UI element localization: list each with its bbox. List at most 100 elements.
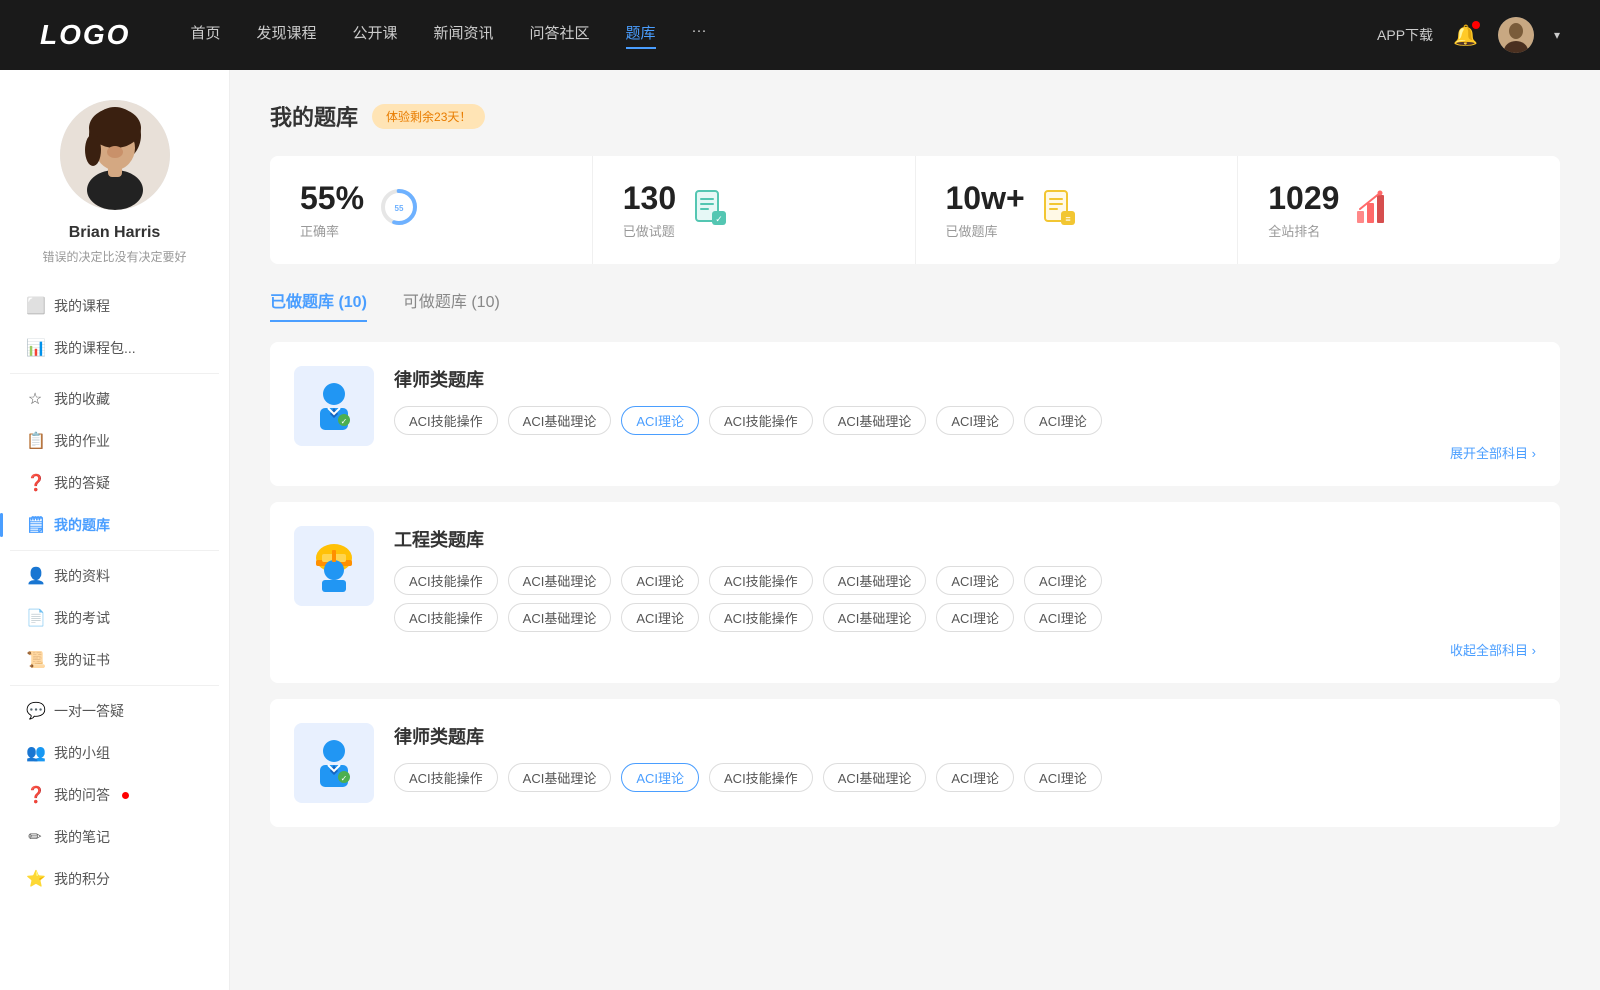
nav-news[interactable]: 新闻资讯 — [434, 22, 494, 49]
tag-l2-6[interactable]: ACI理论 — [1024, 763, 1102, 792]
tabs-bar: 已做题库 (10) 可做题库 (10) — [270, 288, 1560, 322]
tag-l1-1[interactable]: ACI基础理论 — [508, 406, 612, 435]
accuracy-chart-icon: 55 — [380, 188, 418, 233]
sidebar-label-homework: 我的作业 — [54, 431, 110, 451]
tag-e-ex-2[interactable]: ACI理论 — [621, 603, 699, 632]
tag-e-2[interactable]: ACI理论 — [621, 566, 699, 595]
svg-text:55: 55 — [395, 204, 404, 213]
sidebar-item-favorites[interactable]: ☆ 我的收藏 — [10, 378, 219, 420]
myqa-dot — [122, 792, 129, 799]
tag-l2-2[interactable]: ACI理论 — [621, 763, 699, 792]
doc-teal-icon: ✓ — [692, 189, 728, 232]
tag-e-ex-3[interactable]: ACI技能操作 — [709, 603, 813, 632]
tag-l1-3[interactable]: ACI技能操作 — [709, 406, 813, 435]
nav-home[interactable]: 首页 — [190, 22, 220, 49]
sidebar-label-group: 我的小组 — [54, 743, 110, 763]
expand-link-lawyer-1[interactable]: 展开全部科目 › — [394, 443, 1536, 462]
tag-l2-4[interactable]: ACI基础理论 — [823, 763, 927, 792]
nav-qa[interactable]: 问答社区 — [530, 22, 590, 49]
sidebar-item-course[interactable]: ⬜ 我的课程 — [10, 285, 219, 327]
stat-accuracy: 55% 正确率 55 — [270, 156, 593, 264]
tag-l1-6[interactable]: ACI理论 — [1024, 406, 1102, 435]
tab-done[interactable]: 已做题库 (10) — [270, 288, 367, 322]
tags-row-lawyer-1: ACI技能操作 ACI基础理论 ACI理论 ACI技能操作 ACI基础理论 AC… — [394, 406, 1536, 435]
sidebar-label-cert: 我的证书 — [54, 650, 110, 670]
sidebar-item-coursepack[interactable]: 📊 我的课程包... — [10, 327, 219, 369]
qbank-card-engineer: 工程类题库 ACI技能操作 ACI基础理论 ACI理论 ACI技能操作 ACI基… — [270, 502, 1560, 683]
sidebar-item-qbank[interactable]: 🗒 我的题库 — [10, 504, 219, 546]
tags-row-lawyer-2: ACI技能操作 ACI基础理论 ACI理论 ACI技能操作 ACI基础理论 AC… — [394, 763, 1536, 792]
stat-done-bank-label: 已做题库 — [946, 221, 1025, 240]
nav-more[interactable]: ··· — [692, 22, 707, 49]
tag-l1-4[interactable]: ACI基础理论 — [823, 406, 927, 435]
tag-l1-2[interactable]: ACI理论 — [621, 406, 699, 435]
tag-e-ex-5[interactable]: ACI理论 — [936, 603, 1014, 632]
stat-accuracy-value: 55% — [300, 180, 364, 217]
sidebar-item-notes[interactable]: ✏ 我的笔记 — [10, 816, 219, 858]
tag-l2-5[interactable]: ACI理论 — [936, 763, 1014, 792]
sidebar-label-course: 我的课程 — [54, 296, 110, 316]
homework-icon: 📋 — [26, 431, 44, 451]
tag-l1-5[interactable]: ACI理论 — [936, 406, 1014, 435]
tag-e-0[interactable]: ACI技能操作 — [394, 566, 498, 595]
sidebar-item-profile[interactable]: 👤 我的资料 — [10, 555, 219, 597]
sidebar-item-group[interactable]: 👥 我的小组 — [10, 732, 219, 774]
tags-row-engineer-1: ACI技能操作 ACI基础理论 ACI理论 ACI技能操作 ACI基础理论 AC… — [394, 566, 1536, 595]
notification-bell[interactable]: 🔔 — [1453, 23, 1478, 48]
svg-text:✓: ✓ — [341, 774, 348, 783]
user-avatar-nav[interactable] — [1498, 17, 1534, 53]
chart-red-icon — [1355, 189, 1391, 232]
stat-done-q: 130 已做试题 ✓ — [593, 156, 916, 264]
sidebar-item-qa[interactable]: ❓ 我的答疑 — [10, 462, 219, 504]
sidebar-item-homework[interactable]: 📋 我的作业 — [10, 420, 219, 462]
tag-e-5[interactable]: ACI理论 — [936, 566, 1014, 595]
tag-e-6[interactable]: ACI理论 — [1024, 566, 1102, 595]
collapse-link-engineer[interactable]: 收起全部科目 › — [394, 640, 1536, 659]
sidebar-item-oneone[interactable]: 💬 一对一答疑 — [10, 690, 219, 732]
main-content: 我的题库 体验剩余23天！ 55% 正确率 55 — [230, 70, 1600, 990]
nav-qbank[interactable]: 题库 — [626, 22, 656, 49]
page-container: Brian Harris 错误的决定比没有决定要好 ⬜ 我的课程 📊 我的课程包… — [0, 70, 1600, 990]
qbank-icon-engineer — [294, 526, 374, 606]
doc-yellow-icon: ≡ — [1041, 189, 1077, 232]
stat-rank-label: 全站排名 — [1268, 221, 1339, 240]
stat-done-q-value: 130 — [623, 180, 676, 217]
qa-icon: ❓ — [26, 473, 44, 493]
tag-e-ex-6[interactable]: ACI理论 — [1024, 603, 1102, 632]
qbank-card-lawyer-2: ✓ 律师类题库 ACI技能操作 ACI基础理论 ACI理论 ACI技能操作 AC… — [270, 699, 1560, 827]
tag-e-ex-0[interactable]: ACI技能操作 — [394, 603, 498, 632]
profile-icon: 👤 — [26, 566, 44, 586]
nav-discover[interactable]: 发现课程 — [256, 22, 316, 49]
sidebar-item-points[interactable]: ⭐ 我的积分 — [10, 858, 219, 900]
qbank-icon-lawyer-2: ✓ — [294, 723, 374, 803]
user-dropdown-chevron[interactable]: ▾ — [1554, 28, 1560, 42]
tag-l1-0[interactable]: ACI技能操作 — [394, 406, 498, 435]
trial-badge: 体验剩余23天！ — [372, 104, 485, 129]
tag-e-ex-4[interactable]: ACI基础理论 — [823, 603, 927, 632]
user-avatar — [60, 100, 170, 210]
sidebar-label-myqa: 我的问答 — [54, 785, 110, 805]
qbank-body-lawyer-2: 律师类题库 ACI技能操作 ACI基础理论 ACI理论 ACI技能操作 ACI基… — [394, 723, 1536, 803]
page-header: 我的题库 体验剩余23天！ — [270, 100, 1560, 132]
tab-todo[interactable]: 可做题库 (10) — [403, 288, 500, 322]
coursepack-icon: 📊 — [26, 338, 44, 358]
tag-l2-3[interactable]: ACI技能操作 — [709, 763, 813, 792]
tag-l2-0[interactable]: ACI技能操作 — [394, 763, 498, 792]
sidebar-label-points: 我的积分 — [54, 869, 110, 889]
sidebar-item-exam[interactable]: 📄 我的考试 — [10, 597, 219, 639]
tag-e-ex-1[interactable]: ACI基础理论 — [508, 603, 612, 632]
tag-e-3[interactable]: ACI技能操作 — [709, 566, 813, 595]
user-name: Brian Harris — [69, 224, 161, 242]
tags-row-engineer-2: ACI技能操作 ACI基础理论 ACI理论 ACI技能操作 ACI基础理论 AC… — [394, 603, 1536, 632]
sidebar-item-myqa[interactable]: ❓ 我的问答 — [10, 774, 219, 816]
notes-icon: ✏ — [26, 827, 44, 847]
myqa-icon: ❓ — [26, 785, 44, 805]
tag-e-1[interactable]: ACI基础理论 — [508, 566, 612, 595]
app-download-link[interactable]: APP下载 — [1377, 25, 1433, 45]
nav-opencourse[interactable]: 公开课 — [352, 22, 397, 49]
sidebar-label-qa: 我的答疑 — [54, 473, 110, 493]
sidebar-item-cert[interactable]: 📜 我的证书 — [10, 639, 219, 681]
tag-l2-1[interactable]: ACI基础理论 — [508, 763, 612, 792]
exam-icon: 📄 — [26, 608, 44, 628]
tag-e-4[interactable]: ACI基础理论 — [823, 566, 927, 595]
